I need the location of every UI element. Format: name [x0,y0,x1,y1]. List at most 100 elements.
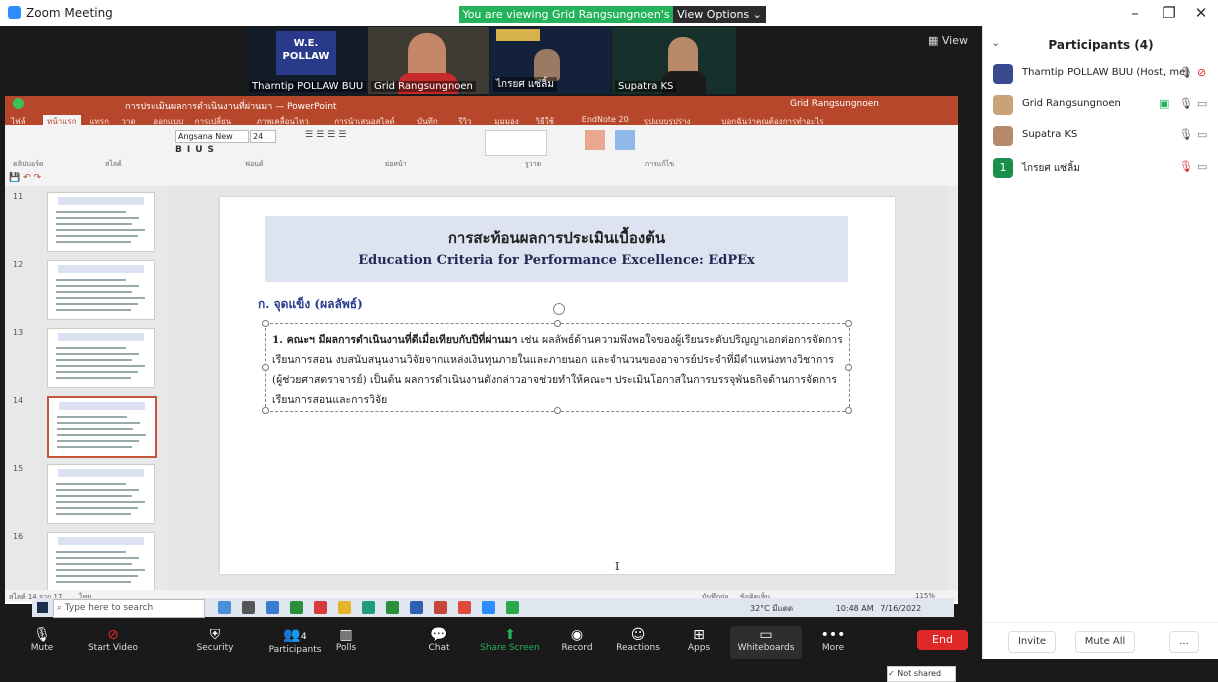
taskbar-app-icon[interactable] [506,601,519,614]
video-tile-name: Tharntip POLLAW BUU [249,81,367,92]
participant-row[interactable]: Tharntip POLLAW BUU (Host, me) 🎙 ⊘ [983,60,1218,88]
taskbar-app-icon[interactable] [362,601,375,614]
resize-handle[interactable] [554,407,561,414]
share-screen-button[interactable]: ⬆ Share Screen [479,626,541,659]
slide-thumbnail-number: 12 [13,260,24,269]
participant-row[interactable]: 1 ไกรยศ แซ่ลิ้ม 🎙 ▭ [983,154,1218,182]
security-button[interactable]: ⛨ Security [184,626,246,659]
invite-button[interactable]: Invite [1008,631,1056,653]
taskbar-app-icon[interactable] [458,601,471,614]
slide-thumbnail-preview [47,328,155,388]
taskbar-app-icon[interactable] [290,601,303,614]
reactions-button[interactable]: ☺ Reactions [607,626,669,659]
video-tile[interactable]: W.E. POLLAW Tharntip POLLAW BUU [246,27,367,94]
rotate-handle[interactable] [553,303,565,315]
font-name-box[interactable]: Angsana New [175,130,249,143]
slide-english-title: Education Criteria for Performance Excel… [358,253,755,268]
start-video-button[interactable]: ⊘ Start Video [82,626,144,659]
start-video-label: Start Video [87,643,139,653]
quick-styles-icon[interactable] [615,130,635,150]
slide-thumbnail-number: 15 [13,464,24,473]
thumbnail-title-bar [59,402,145,410]
format-buttons[interactable]: BIUS [175,145,219,155]
taskbar-app-icon[interactable] [218,601,231,614]
participant-row[interactable]: Supatra KS 🎙 ▭ [983,122,1218,150]
windows-taskbar: ⌕ Type here to search 32°C มีแดด 10:48 A… [32,598,954,618]
reactions-label: Reactions [616,643,660,653]
vertical-scrollbar[interactable] [948,186,958,590]
windows-start-icon[interactable] [37,602,48,613]
slide[interactable]: การสะท้อนผลการประเมินเบื้องต้น Education… [220,197,895,574]
thumbnail-text-line [57,440,139,442]
shared-screen[interactable]: การประเมินผลการดำเนินงานที่ผ่านมา — Powe… [5,96,958,682]
save-icon[interactable]: 💾 ↶ ↷ [9,173,41,183]
resize-handle[interactable] [845,364,852,371]
restore-button[interactable]: ❐ [1158,4,1180,22]
end-meeting-button[interactable]: End [917,630,968,650]
video-tile[interactable]: ไกรยศ แซ่ลิ้ม [490,27,611,94]
mic-muted-icon[interactable]: 🎙 [1179,160,1193,173]
apps-button[interactable]: ⊞ Apps [668,626,730,659]
whiteboards-button[interactable]: ▭ Whiteboards [730,626,802,659]
arrange-icon[interactable] [585,130,605,150]
taskbar-app-icon[interactable] [482,601,495,614]
participant-row[interactable]: Grid Rangsungnoen ▣ 🎙 ▭ [983,91,1218,119]
windows-search-input[interactable]: ⌕ Type here to search [53,599,205,618]
font-size-box[interactable]: 24 [250,130,276,143]
video-tile[interactable]: Grid Rangsungnoen [368,27,489,94]
participant-name: ไกรยศ แซ่ลิ้ม [1022,163,1080,174]
video-icon[interactable]: ▭ [1197,128,1207,141]
thumbnail-text-line [56,285,139,287]
slide-title-box[interactable]: การสะท้อนผลการประเมินเบื้องต้น Education… [265,216,848,282]
shapes-gallery[interactable] [485,130,547,156]
thumbnail-text-line [56,241,131,243]
ribbon-group-label: ฟอนต์ [245,160,264,168]
video-icon[interactable]: ▭ [1197,97,1207,110]
taskbar-app-icon[interactable] [434,601,447,614]
resize-handle[interactable] [262,364,269,371]
taskbar-app-icon[interactable] [266,601,279,614]
resize-handle[interactable] [845,407,852,414]
taskbar-app-icon[interactable] [410,601,423,614]
mute-all-button[interactable]: Mute All [1075,631,1135,653]
thumbnail-text-line [56,371,138,373]
thumbnail-text-line [57,416,127,418]
taskbar-app-icon[interactable] [338,601,351,614]
view-options-button[interactable]: View Options ⌄ [673,6,766,23]
video-tile-name: Grid Rangsungnoen [371,81,476,92]
record-button[interactable]: ◉ Record [546,626,608,659]
thumbnail-text-line [56,309,131,311]
taskbar-app-icon[interactable] [314,601,327,614]
taskbar-app-icon[interactable] [386,601,399,614]
slide-text-box[interactable]: 1. คณะฯ มีผลการดำเนินงานที่ดีเมื่อเทียบก… [262,320,852,414]
polls-button[interactable]: ▥ Polls [315,626,377,659]
more-options-button[interactable]: ... [1169,631,1199,653]
ppt-tab[interactable]: EndNote 20 [582,115,629,124]
resize-handle[interactable] [554,320,561,327]
more-button[interactable]: ••• More [802,626,864,659]
resize-handle[interactable] [262,320,269,327]
mic-icon[interactable]: 🎙 [1179,97,1193,110]
share-screen-icon: ⬆ [504,627,516,643]
minimize-button[interactable]: – [1124,4,1146,22]
mic-icon[interactable]: 🎙 [1179,66,1193,79]
mute-label: Mute [30,643,54,653]
resize-handle[interactable] [845,320,852,327]
taskbar-app-icon[interactable] [242,601,255,614]
resize-handle[interactable] [262,407,269,414]
pollaw-logo: W.E. POLLAW [276,31,336,75]
mute-button[interactable]: 🎙 Mute [11,626,73,659]
close-button[interactable]: ✕ [1190,4,1212,22]
video-tile[interactable]: Supatra KS [612,27,736,94]
mic-icon[interactable]: 🎙 [1179,128,1193,141]
chat-label: Chat [428,643,450,653]
view-button[interactable]: ▦ View [928,34,968,47]
video-off-icon[interactable]: ⊘ [1197,66,1206,79]
chat-button[interactable]: 💬 Chat [408,626,470,659]
participants-title: Participants (4) [1048,38,1154,52]
video-tile-name: Supatra KS [615,81,677,92]
thumbnail-title-bar [58,537,144,545]
body-bold-text: 1. คณะฯ มีผลการดำเนินงานที่ดีเมื่อเทียบก… [272,334,518,346]
paragraph-buttons[interactable]: ☰☰☰☰ [305,130,349,140]
video-icon[interactable]: ▭ [1197,160,1207,173]
